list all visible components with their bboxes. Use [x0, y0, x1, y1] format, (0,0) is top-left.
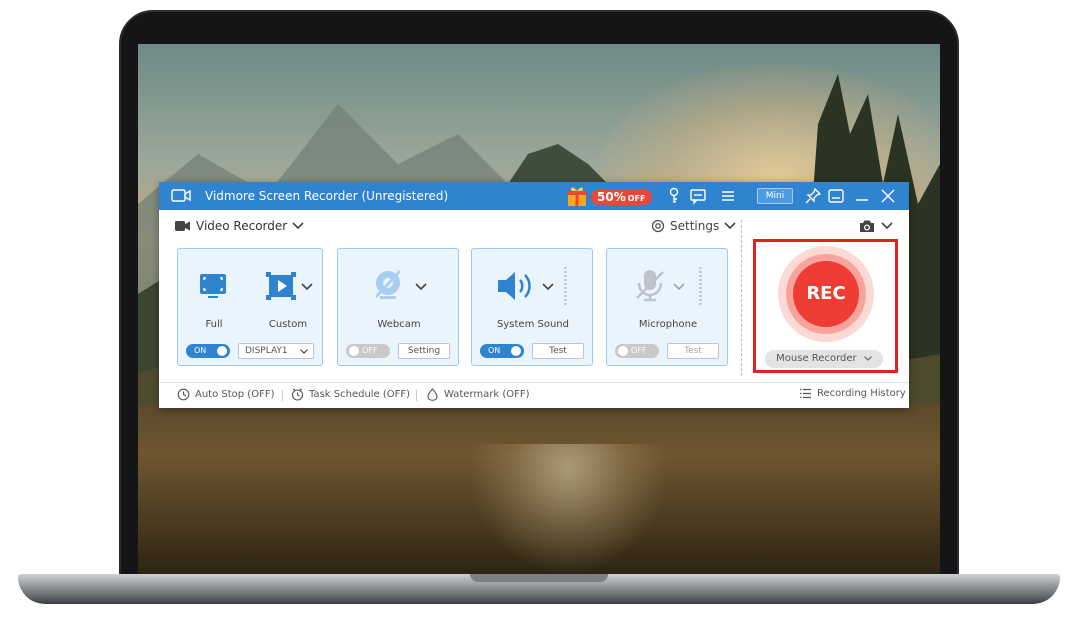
screenshot-dropdown[interactable] [859, 219, 893, 233]
recording-history-label: Recording History [817, 388, 906, 399]
microphone-test-button[interactable]: Test [667, 343, 719, 359]
discount-tag: 50% OFF [591, 189, 653, 205]
webcam-toggle-label: OFF [362, 346, 378, 355]
recorder-window: Vidmore Screen Recorder (Unregistered) 5… [159, 182, 909, 408]
recorder-mode-dropdown[interactable]: Video Recorder [175, 219, 304, 233]
mouse-recorder-dropdown[interactable]: Mouse Recorder [765, 350, 883, 368]
webcam-toggle[interactable]: OFF [346, 344, 390, 358]
caption-icon[interactable] [827, 187, 845, 205]
camera-snapshot-icon [860, 220, 874, 232]
recording-history-button[interactable]: Recording History [799, 388, 906, 399]
vertical-divider [741, 220, 742, 376]
watermark-button[interactable]: Watermark (OFF) [426, 388, 530, 401]
chevron-down-icon[interactable] [415, 283, 427, 291]
microphone-toggle[interactable]: OFF [615, 344, 659, 358]
task-schedule-button[interactable]: Task Schedule (OFF) [291, 388, 410, 401]
display-select-value: DISPLAY1 [245, 346, 288, 356]
webcam-setting-button[interactable]: Setting [398, 343, 450, 359]
footer-divider [416, 390, 417, 401]
system-sound-label: System Sound [497, 319, 569, 330]
minimize-icon[interactable] [853, 187, 871, 205]
webcam-card: Webcam OFF Setting [337, 248, 459, 366]
microphone-toggle-label: OFF [631, 346, 647, 355]
promo-badge[interactable]: 50% OFF [565, 185, 655, 207]
recorder-mode-label: Video Recorder [196, 219, 288, 233]
system-sound-toggle-label: ON [488, 346, 501, 355]
chevron-down-icon [724, 222, 736, 230]
system-sound-test-button[interactable]: Test [532, 343, 584, 359]
titlebar: Vidmore Screen Recorder (Unregistered) 5… [159, 182, 909, 210]
camera-icon [171, 189, 191, 202]
system-volume-meter [564, 267, 567, 305]
gear-icon [651, 219, 665, 233]
footer-divider [282, 390, 283, 401]
gift-icon [567, 187, 587, 206]
footer-bar: Auto Stop (OFF) Task Schedule (OFF) Wate… [159, 382, 909, 406]
rec-button[interactable]: REC [793, 261, 859, 327]
discount-suffix: OFF [627, 194, 646, 203]
watermark-drop-icon [427, 388, 438, 401]
display-toggle-label: ON [194, 346, 207, 355]
rec-highlight: REC Mouse Recorder [753, 239, 898, 373]
close-icon[interactable] [879, 187, 897, 205]
chevron-down-icon[interactable] [301, 283, 313, 291]
display-toggle[interactable]: ON [186, 344, 230, 358]
full-screen-icon[interactable] [196, 269, 230, 303]
display-select[interactable]: DISPLAY1 [238, 343, 314, 359]
pin-icon[interactable] [804, 187, 822, 205]
auto-stop-button[interactable]: Auto Stop (OFF) [177, 388, 275, 401]
mini-mode-button[interactable]: Mini [757, 188, 793, 204]
webcam-off-icon[interactable] [370, 267, 406, 303]
list-icon [800, 388, 811, 399]
custom-region-icon[interactable] [264, 269, 298, 303]
chevron-down-icon[interactable] [542, 283, 554, 291]
chevron-down-icon [300, 349, 308, 354]
video-camera-icon [175, 221, 190, 231]
system-sound-toggle[interactable]: ON [480, 344, 524, 358]
key-icon[interactable] [665, 187, 683, 205]
chevron-down-icon [863, 356, 872, 361]
watermark-label: Watermark (OFF) [444, 389, 530, 400]
laptop-notch [470, 574, 608, 582]
task-schedule-label: Task Schedule (OFF) [309, 389, 411, 400]
speaker-icon[interactable] [496, 269, 538, 303]
discount-percent: 50% [597, 190, 626, 204]
system-sound-card: System Sound ON Test [471, 248, 593, 366]
microphone-card: Microphone OFF Test [606, 248, 728, 366]
microphone-off-icon[interactable] [633, 267, 667, 303]
settings-dropdown[interactable]: Settings [651, 219, 736, 233]
settings-label: Settings [670, 219, 720, 233]
microphone-label: Microphone [638, 319, 698, 330]
chevron-down-icon [292, 222, 304, 230]
chevron-down-icon[interactable] [673, 283, 685, 291]
chevron-down-icon [881, 222, 893, 230]
webcam-label: Webcam [377, 319, 421, 330]
window-title: Vidmore Screen Recorder (Unregistered) [205, 189, 449, 203]
menu-icon[interactable] [719, 187, 737, 205]
microphone-volume-meter [699, 267, 702, 305]
schedule-clock-icon [291, 388, 304, 401]
auto-stop-label: Auto Stop (OFF) [195, 389, 275, 400]
clock-icon [177, 388, 190, 401]
mouse-recorder-label: Mouse Recorder [776, 353, 857, 364]
feedback-icon[interactable] [689, 187, 707, 205]
full-label: Full [205, 319, 223, 330]
custom-label: Custom [268, 319, 308, 330]
display-card: Full Custom ON DISPLAY1 [177, 248, 323, 366]
